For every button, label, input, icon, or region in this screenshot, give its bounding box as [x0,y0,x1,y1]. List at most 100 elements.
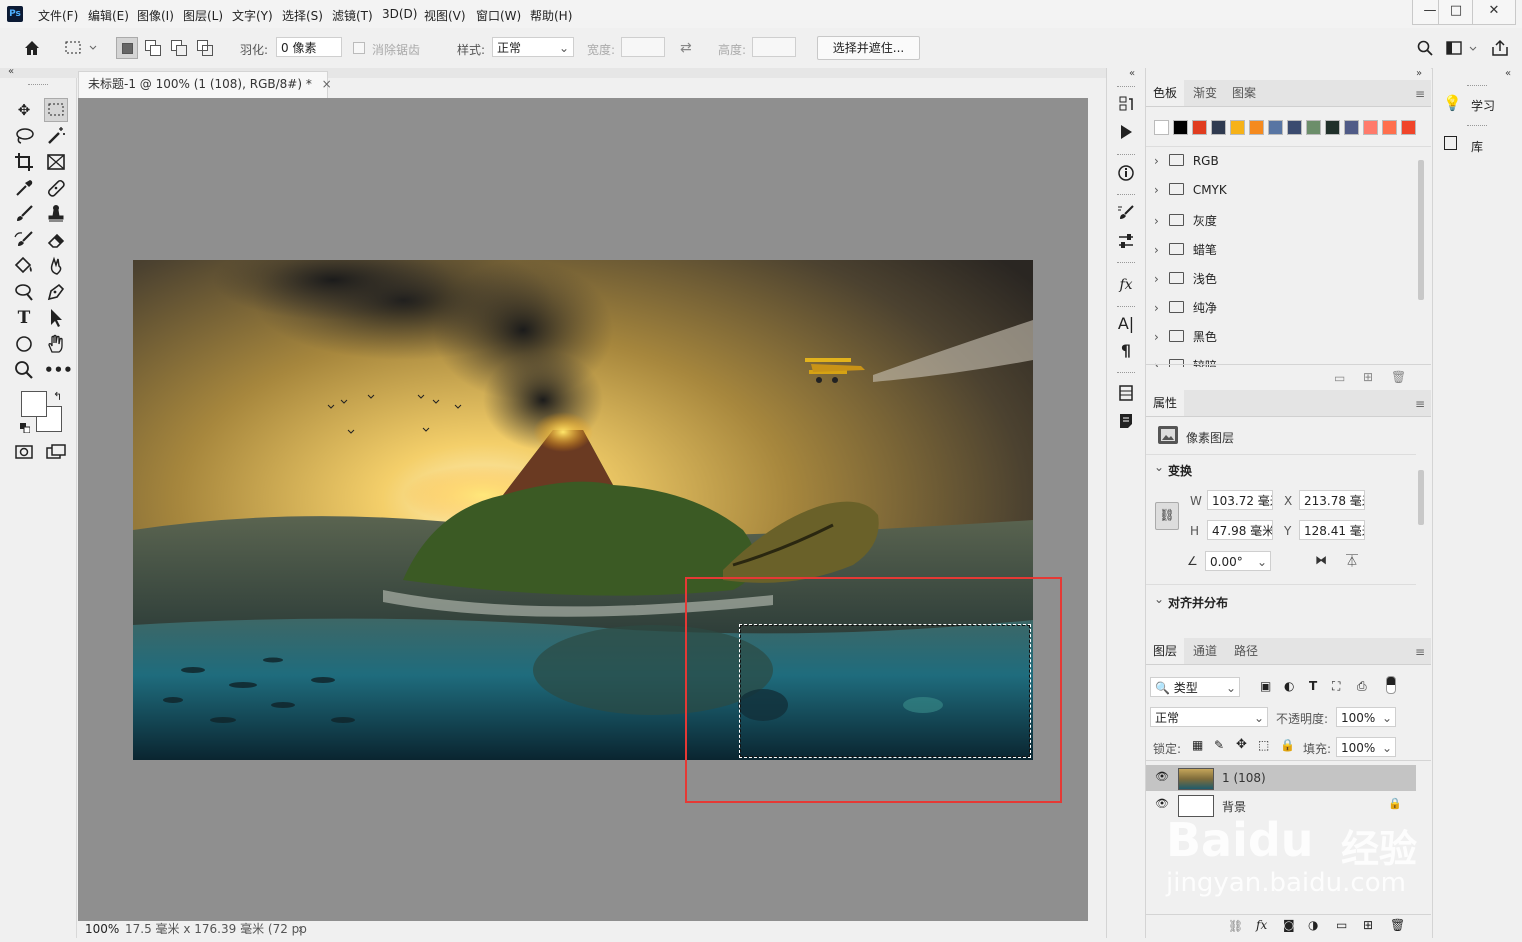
close-tab-icon[interactable]: × [322,77,332,91]
eye-icon[interactable]: 👁 [1155,797,1169,810]
align-chevron-icon[interactable]: ⌄ [1154,592,1164,606]
hand-tool-icon[interactable] [44,332,68,356]
menu-image[interactable]: 图像(I) [137,7,174,24]
swatch-group-row[interactable]: › 纯净 [1154,299,1217,316]
panel-menu-icon[interactable]: ≡ [1415,87,1425,101]
new-group-icon[interactable]: ▭ [1334,371,1345,385]
menu-select[interactable]: 选择(S) [282,7,323,24]
tab-properties[interactable]: 属性 [1146,390,1185,416]
tab-patterns[interactable]: 图案 [1225,80,1263,106]
color-swatch[interactable] [1401,120,1416,135]
stamp-tool-icon[interactable] [44,202,68,226]
move-tool-icon[interactable]: ✥ [12,98,36,122]
chevron-right-icon[interactable]: › [1154,243,1159,257]
chevron-right-icon[interactable]: › [1154,301,1159,315]
expand-panels-icon[interactable]: « [1129,68,1135,79]
maximize-button[interactable]: □ [1438,0,1474,25]
paint-bucket-tool-icon[interactable] [12,254,36,278]
swap-colors-icon[interactable]: ↰ [53,390,62,403]
history-brush-tool-icon[interactable] [12,228,36,252]
h-input[interactable]: 47.98 毫米 [1207,520,1273,540]
crop-tool-icon[interactable] [12,150,36,174]
color-swatch[interactable] [1344,120,1359,135]
lock-all-icon[interactable]: 🔒 [1280,738,1295,752]
chevron-right-icon[interactable]: › [1154,154,1159,168]
layer-row-1[interactable]: 👁 1 (108) [1146,765,1416,791]
color-swatch[interactable] [1287,120,1302,135]
properties-scrollbar[interactable] [1418,460,1424,610]
menu-view[interactable]: 视图(V) [424,7,466,24]
add-mask-icon[interactable]: ◙ [1283,918,1295,932]
actions-play-icon[interactable] [1116,122,1136,142]
brush-tool-icon[interactable] [12,202,36,226]
color-swatch[interactable] [1363,120,1378,135]
feather-input[interactable]: 0 像素 [276,37,342,57]
lock-image-icon[interactable]: ✎ [1214,738,1224,752]
lock-artboard-icon[interactable]: ⬚ [1258,738,1269,752]
link-dimensions-icon[interactable]: ⛓ [1155,502,1179,530]
height-input[interactable] [752,37,796,57]
ellipse-tool-icon[interactable] [12,332,36,356]
lock-transparent-icon[interactable]: ▦ [1192,738,1203,752]
link-layers-icon[interactable]: ⛓ [1228,919,1243,933]
marquee-preset-icon[interactable] [62,38,98,58]
intersect-selection-button[interactable] [194,37,216,59]
workspace-icon[interactable] [1446,40,1482,58]
eraser-tool-icon[interactable] [44,228,68,252]
filter-type-icon[interactable]: T [1309,679,1317,693]
blend-mode-select[interactable]: 正常 ⌄ [1150,707,1268,727]
lasso-tool-icon[interactable] [12,124,36,148]
color-swatch[interactable] [1192,120,1207,135]
document-size-info[interactable]: 17.5 毫米 x 176.39 毫米 (72 pp [125,921,307,938]
tab-gradients[interactable]: 渐变 [1186,80,1224,106]
filter-adjustment-icon[interactable]: ◐ [1284,679,1294,693]
tab-channels[interactable]: 通道 [1186,638,1224,664]
filter-toggle[interactable] [1386,676,1396,694]
x-input[interactable]: 213.78 毫米 [1299,490,1365,510]
close-button[interactable]: ✕ [1472,0,1516,25]
adjustments-icon[interactable] [1116,231,1136,251]
filter-shape-icon[interactable]: ⛶ [1332,679,1340,694]
swatch-group-row[interactable]: › CMYK [1154,183,1227,197]
swatches-scrollbar[interactable] [1418,160,1424,300]
menu-type[interactable]: 文字(Y) [232,7,273,24]
info-icon[interactable] [1116,163,1136,183]
styles-fx-icon[interactable]: fx [1116,275,1136,295]
document-tab[interactable]: 未标题-1 @ 100% (1 (108), RGB/8#) * × [78,71,332,98]
foreground-color-swatch[interactable] [21,391,47,417]
tab-swatches[interactable]: 色板 [1146,80,1185,106]
width-input[interactable] [621,37,665,57]
color-swatch[interactable] [1382,120,1397,135]
new-layer-icon[interactable]: ⊞ [1363,918,1373,932]
tab-paths[interactable]: 路径 [1227,638,1265,664]
new-group-folder-icon[interactable]: ▭ [1336,918,1347,932]
brush-settings-icon[interactable] [1116,203,1136,223]
collapse-left-icon[interactable]: « [8,66,14,77]
properties-menu-icon[interactable]: ≡ [1415,397,1425,411]
fill-input[interactable]: 100% ⌄ [1336,737,1396,757]
layer-filter-select[interactable]: 🔍 类型 ⌄ [1150,677,1240,697]
type-tool-icon[interactable]: T [12,306,36,330]
color-swatch[interactable] [1173,120,1188,135]
menu-filter[interactable]: 滤镜(T) [332,7,373,24]
quick-mask-icon[interactable] [12,440,36,464]
notes-icon[interactable] [1116,411,1136,431]
more-tools-icon[interactable]: ••• [44,358,73,382]
pen-tool-icon[interactable] [44,280,68,304]
smudge-tool-icon[interactable] [44,254,68,278]
new-swatch-icon[interactable]: ⊞ [1363,370,1373,384]
color-swatch[interactable] [1306,120,1321,135]
chevron-right-icon[interactable]: › [1154,214,1159,228]
trash-icon[interactable]: 🗑 [1391,370,1406,384]
color-swatch[interactable] [1154,120,1169,135]
paragraph-icon[interactable]: ¶ [1116,341,1136,361]
rect-marquee-tool-icon[interactable] [44,98,68,122]
tab-layers[interactable]: 图层 [1146,638,1185,664]
dodge-tool-icon[interactable] [12,280,36,304]
properties-panel-icon[interactable] [1116,383,1136,403]
subtract-selection-button[interactable] [168,37,190,59]
healing-brush-tool-icon[interactable] [44,176,68,200]
menu-window[interactable]: 窗口(W) [476,7,521,24]
opacity-input[interactable]: 100% ⌄ [1336,707,1396,727]
lock-position-icon[interactable]: ✥ [1236,737,1247,752]
